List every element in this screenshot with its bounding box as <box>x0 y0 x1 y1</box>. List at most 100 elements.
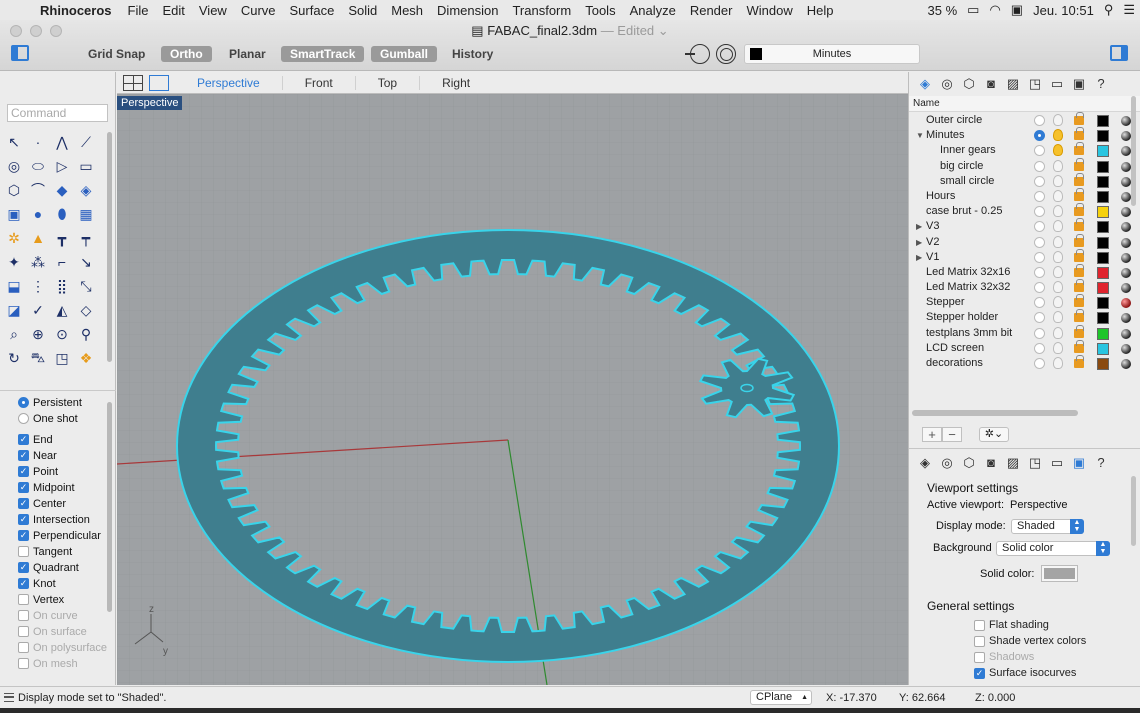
object-properties-icon[interactable]: ⬡ <box>959 76 979 92</box>
layer-row[interactable]: ▶ V1 <box>909 248 1140 265</box>
material-sphere-icon[interactable] <box>1121 267 1131 278</box>
material-sphere-icon[interactable] <box>1121 328 1131 339</box>
osnap-center[interactable]: ✓ Center <box>18 496 66 511</box>
disclosure-collapsed-icon[interactable]: ▶ <box>916 219 922 234</box>
layer-row[interactable]: Led Matrix 32x16 <box>909 263 1140 280</box>
disclosure-collapsed-icon[interactable]: ▶ <box>916 250 922 265</box>
render-icon[interactable]: ◳ <box>1025 455 1045 471</box>
midpoint-checkbox[interactable]: ✓ <box>18 482 29 493</box>
command-input[interactable]: Command <box>7 104 108 122</box>
arc-icon[interactable]: ⌒ <box>28 180 48 200</box>
menu-help[interactable]: Help <box>800 3 841 18</box>
material-sphere-icon[interactable] <box>1121 176 1131 187</box>
layers-icon[interactable]: ◈ <box>915 76 935 92</box>
zoom-extents-icon[interactable]: ⊙ <box>52 324 72 344</box>
camera-icon[interactable]: ◙ <box>981 455 1001 471</box>
surface-icon[interactable]: ◆ <box>52 180 72 200</box>
layer-row[interactable]: Outer circle <box>909 112 1140 128</box>
material-sphere-icon[interactable] <box>1121 298 1131 309</box>
current-layer-radio[interactable] <box>1034 160 1045 172</box>
layer-name[interactable]: Hours <box>926 189 955 204</box>
layer-name[interactable]: decorations <box>926 356 983 371</box>
polyline-icon[interactable]: ⋀ <box>52 132 72 152</box>
material-sphere-icon[interactable] <box>1121 146 1131 157</box>
layer-color-swatch[interactable] <box>1097 236 1109 249</box>
point-checkbox[interactable]: ✓ <box>18 466 29 477</box>
material-sphere-icon[interactable] <box>1121 207 1131 218</box>
tangent-checkbox[interactable] <box>18 546 29 557</box>
visibility-bulb-icon[interactable] <box>1053 296 1063 309</box>
display-mode-select[interactable]: Shaded ▲ ▼ <box>1011 519 1084 534</box>
layer-row[interactable]: ▶ V2 <box>909 233 1140 250</box>
flame-icon[interactable]: ▲ <box>28 228 48 248</box>
ortho-button[interactable]: Ortho <box>161 46 212 62</box>
current-layer-radio[interactable] <box>1034 342 1045 354</box>
settings-scrollbar[interactable] <box>1131 476 1136 546</box>
layer-name[interactable]: V1 <box>926 250 939 265</box>
layer-color-swatch[interactable] <box>1097 206 1109 219</box>
tab-top[interactable]: Top <box>354 75 419 90</box>
material-sphere-icon[interactable] <box>1121 252 1131 263</box>
layer-color-swatch[interactable] <box>1097 282 1109 295</box>
layer-color-swatch[interactable] <box>1097 221 1109 234</box>
current-layer-radio[interactable] <box>1034 130 1045 142</box>
layer-name[interactable]: testplans 3mm bit <box>926 326 1012 341</box>
notification-center-icon[interactable]: ☰ <box>1118 2 1140 18</box>
lock-icon[interactable] <box>1074 339 1084 353</box>
panel-icon[interactable]: ▭ <box>1047 455 1067 471</box>
battery-icon[interactable]: ▭ <box>962 2 984 18</box>
cylinder-icon[interactable]: ⬮ <box>52 204 72 224</box>
layers-vertical-scrollbar[interactable] <box>1131 96 1136 206</box>
monitor-icon[interactable]: ▣ <box>1069 455 1089 471</box>
layer-color-swatch[interactable] <box>1097 145 1109 158</box>
disclosure-expanded-icon[interactable]: ▼ <box>916 128 924 143</box>
zoom-window-icon[interactable]: ⊕ <box>28 324 48 344</box>
camera-icon[interactable]: ◙ <box>981 76 1001 92</box>
hexagon-icon[interactable]: ⬡ <box>4 180 24 200</box>
flat-shading-option[interactable]: Flat shading <box>974 618 1049 632</box>
viewport-canvas[interactable]: z y <box>117 94 908 685</box>
analyze-icon[interactable]: ◭ <box>52 300 72 320</box>
array-icon[interactable]: ⋮ <box>28 276 48 296</box>
menu-mesh[interactable]: Mesh <box>384 3 430 18</box>
layer-name[interactable]: LCD screen <box>926 341 984 356</box>
layer-row[interactable]: Stepper holder <box>909 309 1140 325</box>
trim-icon[interactable]: ┳ <box>52 228 72 248</box>
mesh-icon[interactable]: ▦ <box>76 204 96 224</box>
single-viewport-icon[interactable] <box>149 74 169 91</box>
layer-row[interactable]: Hours <box>909 187 1140 204</box>
visibility-bulb-icon[interactable] <box>1053 129 1063 142</box>
layer-color-swatch[interactable] <box>1097 266 1109 279</box>
layer-color-swatch[interactable] <box>1097 327 1109 340</box>
object-properties-icon[interactable]: ⬡ <box>959 455 979 471</box>
zoom-selected-icon[interactable]: ⚲ <box>76 324 96 344</box>
current-layer-radio[interactable] <box>1034 175 1045 187</box>
background-select[interactable]: Solid color ▲ ▼ <box>996 541 1110 556</box>
visibility-bulb-icon[interactable] <box>1053 220 1063 233</box>
current-layer-radio[interactable] <box>1034 282 1045 294</box>
menu-curve[interactable]: Curve <box>234 3 283 18</box>
current-layer-radio[interactable] <box>1034 327 1045 339</box>
group-icon[interactable]: ⁂ <box>28 252 48 272</box>
remove-layer-button[interactable]: − <box>942 427 962 442</box>
visibility-bulb-icon[interactable] <box>1053 326 1063 339</box>
line-icon[interactable]: ⟋ <box>76 132 96 152</box>
eraser-icon[interactable]: ◇ <box>76 300 96 320</box>
current-layer-radio[interactable] <box>1034 236 1045 248</box>
layer-name[interactable]: Stepper <box>926 295 965 310</box>
layer-row[interactable]: testplans 3mm bit <box>909 324 1140 341</box>
boolean-icon[interactable]: ◪ <box>4 300 24 320</box>
layer-row[interactable]: ▼ Minutes <box>909 127 1140 143</box>
app-menu[interactable]: Rhinoceros <box>34 3 121 18</box>
fillet-icon[interactable]: ⌐ <box>52 252 72 272</box>
surface-isocurves-checkbox[interactable]: ✓ <box>974 667 985 679</box>
sphere-icon[interactable]: ● <box>28 204 48 224</box>
material-sphere-icon[interactable] <box>1121 359 1131 369</box>
right-sidebar-toggle-icon[interactable] <box>1110 45 1128 61</box>
materials-icon[interactable]: ❖ <box>76 348 96 368</box>
lock-icon[interactable] <box>1074 218 1084 232</box>
layer-name[interactable]: Outer circle <box>926 113 982 128</box>
quadrant-checkbox[interactable]: ✓ <box>18 562 29 573</box>
perpendicular-checkbox[interactable]: ✓ <box>18 530 29 541</box>
layer-row[interactable]: LCD screen <box>909 339 1140 356</box>
